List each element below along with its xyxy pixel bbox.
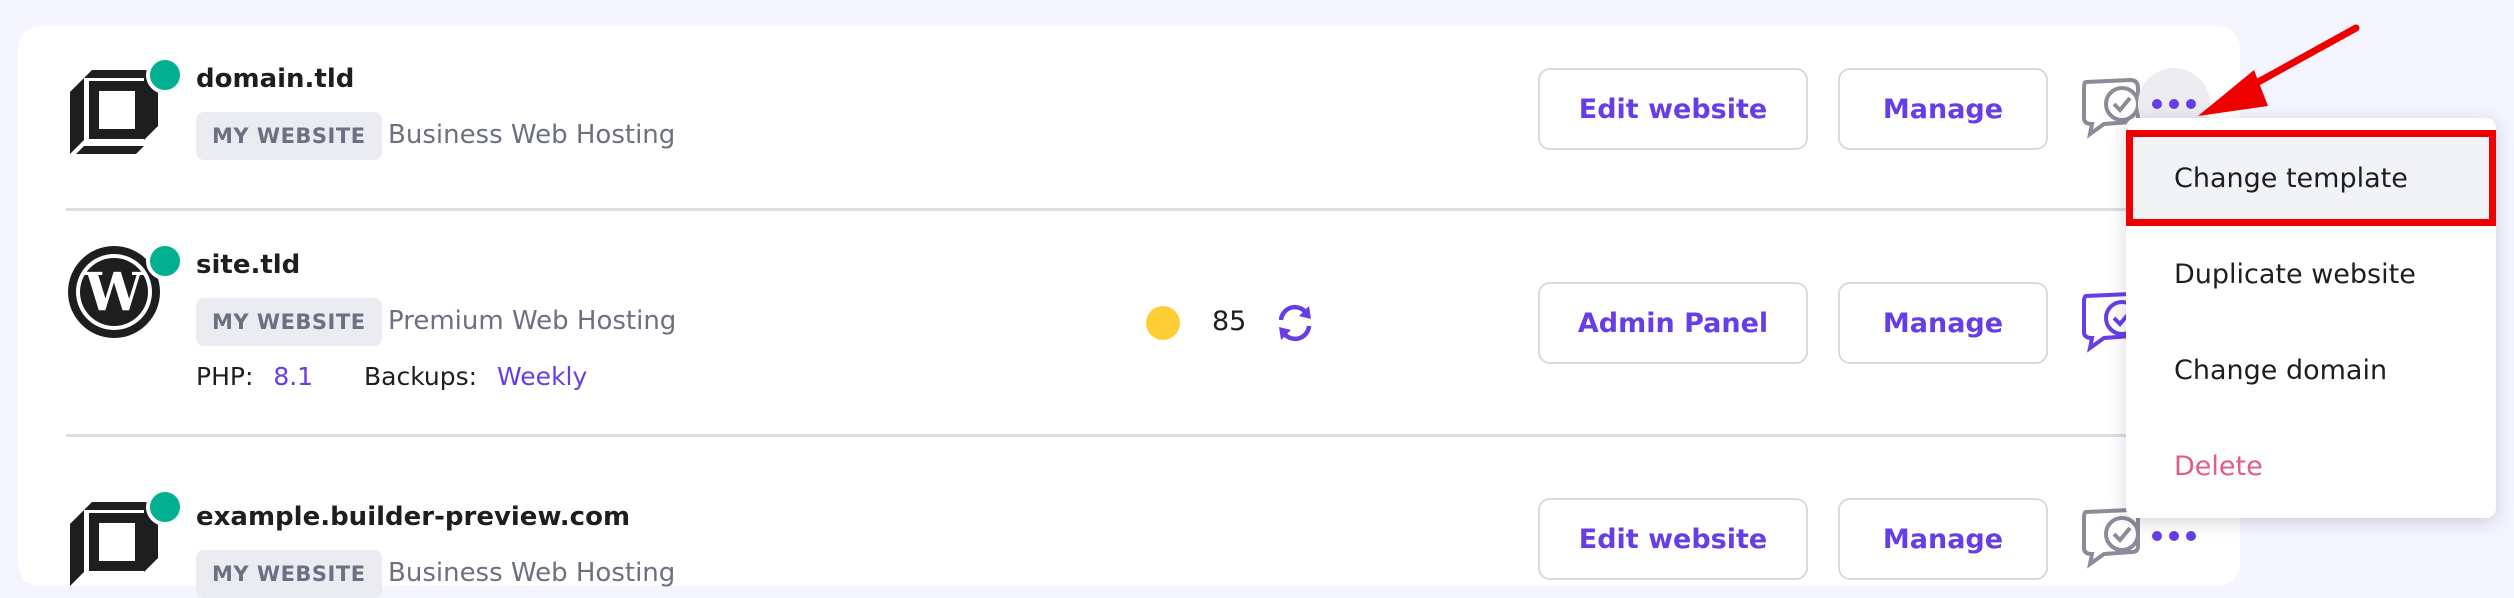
- performance-score[interactable]: 85: [1212, 306, 1246, 337]
- annotation-highlight-box: [2126, 130, 2496, 226]
- my-website-badge: MY WEBSITE: [196, 112, 382, 160]
- website-row: domain.tld MY WEBSITE Business Web Hosti…: [66, 26, 2240, 160]
- php-version: PHP: 8.1: [196, 362, 313, 391]
- dot: [2152, 531, 2162, 541]
- website-row: W site.tld MY WEBSITE Premium Web Hostin…: [66, 226, 2240, 426]
- my-website-badge: MY WEBSITE: [196, 550, 382, 598]
- manage-button[interactable]: Manage: [1838, 498, 2048, 580]
- edit-website-button[interactable]: Edit website: [1538, 68, 1808, 150]
- site-domain[interactable]: domain.tld: [196, 64, 354, 94]
- backups-value[interactable]: Weekly: [497, 362, 587, 391]
- hosting-plan: Premium Web Hosting: [388, 306, 677, 336]
- websites-card: domain.tld MY WEBSITE Business Web Hosti…: [18, 26, 2240, 598]
- dot: [2186, 531, 2196, 541]
- php-label: PHP:: [196, 362, 254, 391]
- status-online-dot: [146, 56, 184, 94]
- edit-website-button[interactable]: Edit website: [1538, 498, 1808, 580]
- menu-item-delete[interactable]: Delete: [2126, 418, 2496, 514]
- hosting-plan: Business Web Hosting: [388, 558, 676, 588]
- menu-item-duplicate-website[interactable]: Duplicate website: [2126, 226, 2496, 322]
- backups-label: Backups:: [364, 362, 478, 391]
- manage-button[interactable]: Manage: [1838, 282, 2048, 364]
- backups-info: Backups: Weekly: [364, 362, 587, 391]
- site-domain[interactable]: example.builder-preview.com: [196, 502, 630, 532]
- site-domain[interactable]: site.tld: [196, 250, 300, 280]
- manage-button[interactable]: Manage: [1838, 68, 2048, 150]
- website-row: example.builder-preview.com MY WEBSITE B…: [66, 446, 2240, 598]
- svg-text:W: W: [84, 262, 145, 323]
- admin-panel-button[interactable]: Admin Panel: [1538, 282, 1808, 364]
- dot: [2152, 99, 2162, 109]
- annotation-arrow-icon: [2180, 18, 2370, 138]
- score-dot: [1146, 306, 1180, 340]
- refresh-icon[interactable]: [1272, 300, 1318, 346]
- my-website-badge: MY WEBSITE: [196, 298, 382, 346]
- hosting-plan: Business Web Hosting: [388, 120, 676, 150]
- menu-item-change-domain[interactable]: Change domain: [2126, 322, 2496, 418]
- dot: [2169, 99, 2179, 109]
- status-online-dot: [146, 242, 184, 280]
- dot: [2169, 531, 2179, 541]
- row-divider: [66, 434, 2240, 437]
- php-value[interactable]: 8.1: [273, 362, 313, 391]
- row-divider: [66, 208, 2240, 211]
- status-online-dot: [146, 488, 184, 526]
